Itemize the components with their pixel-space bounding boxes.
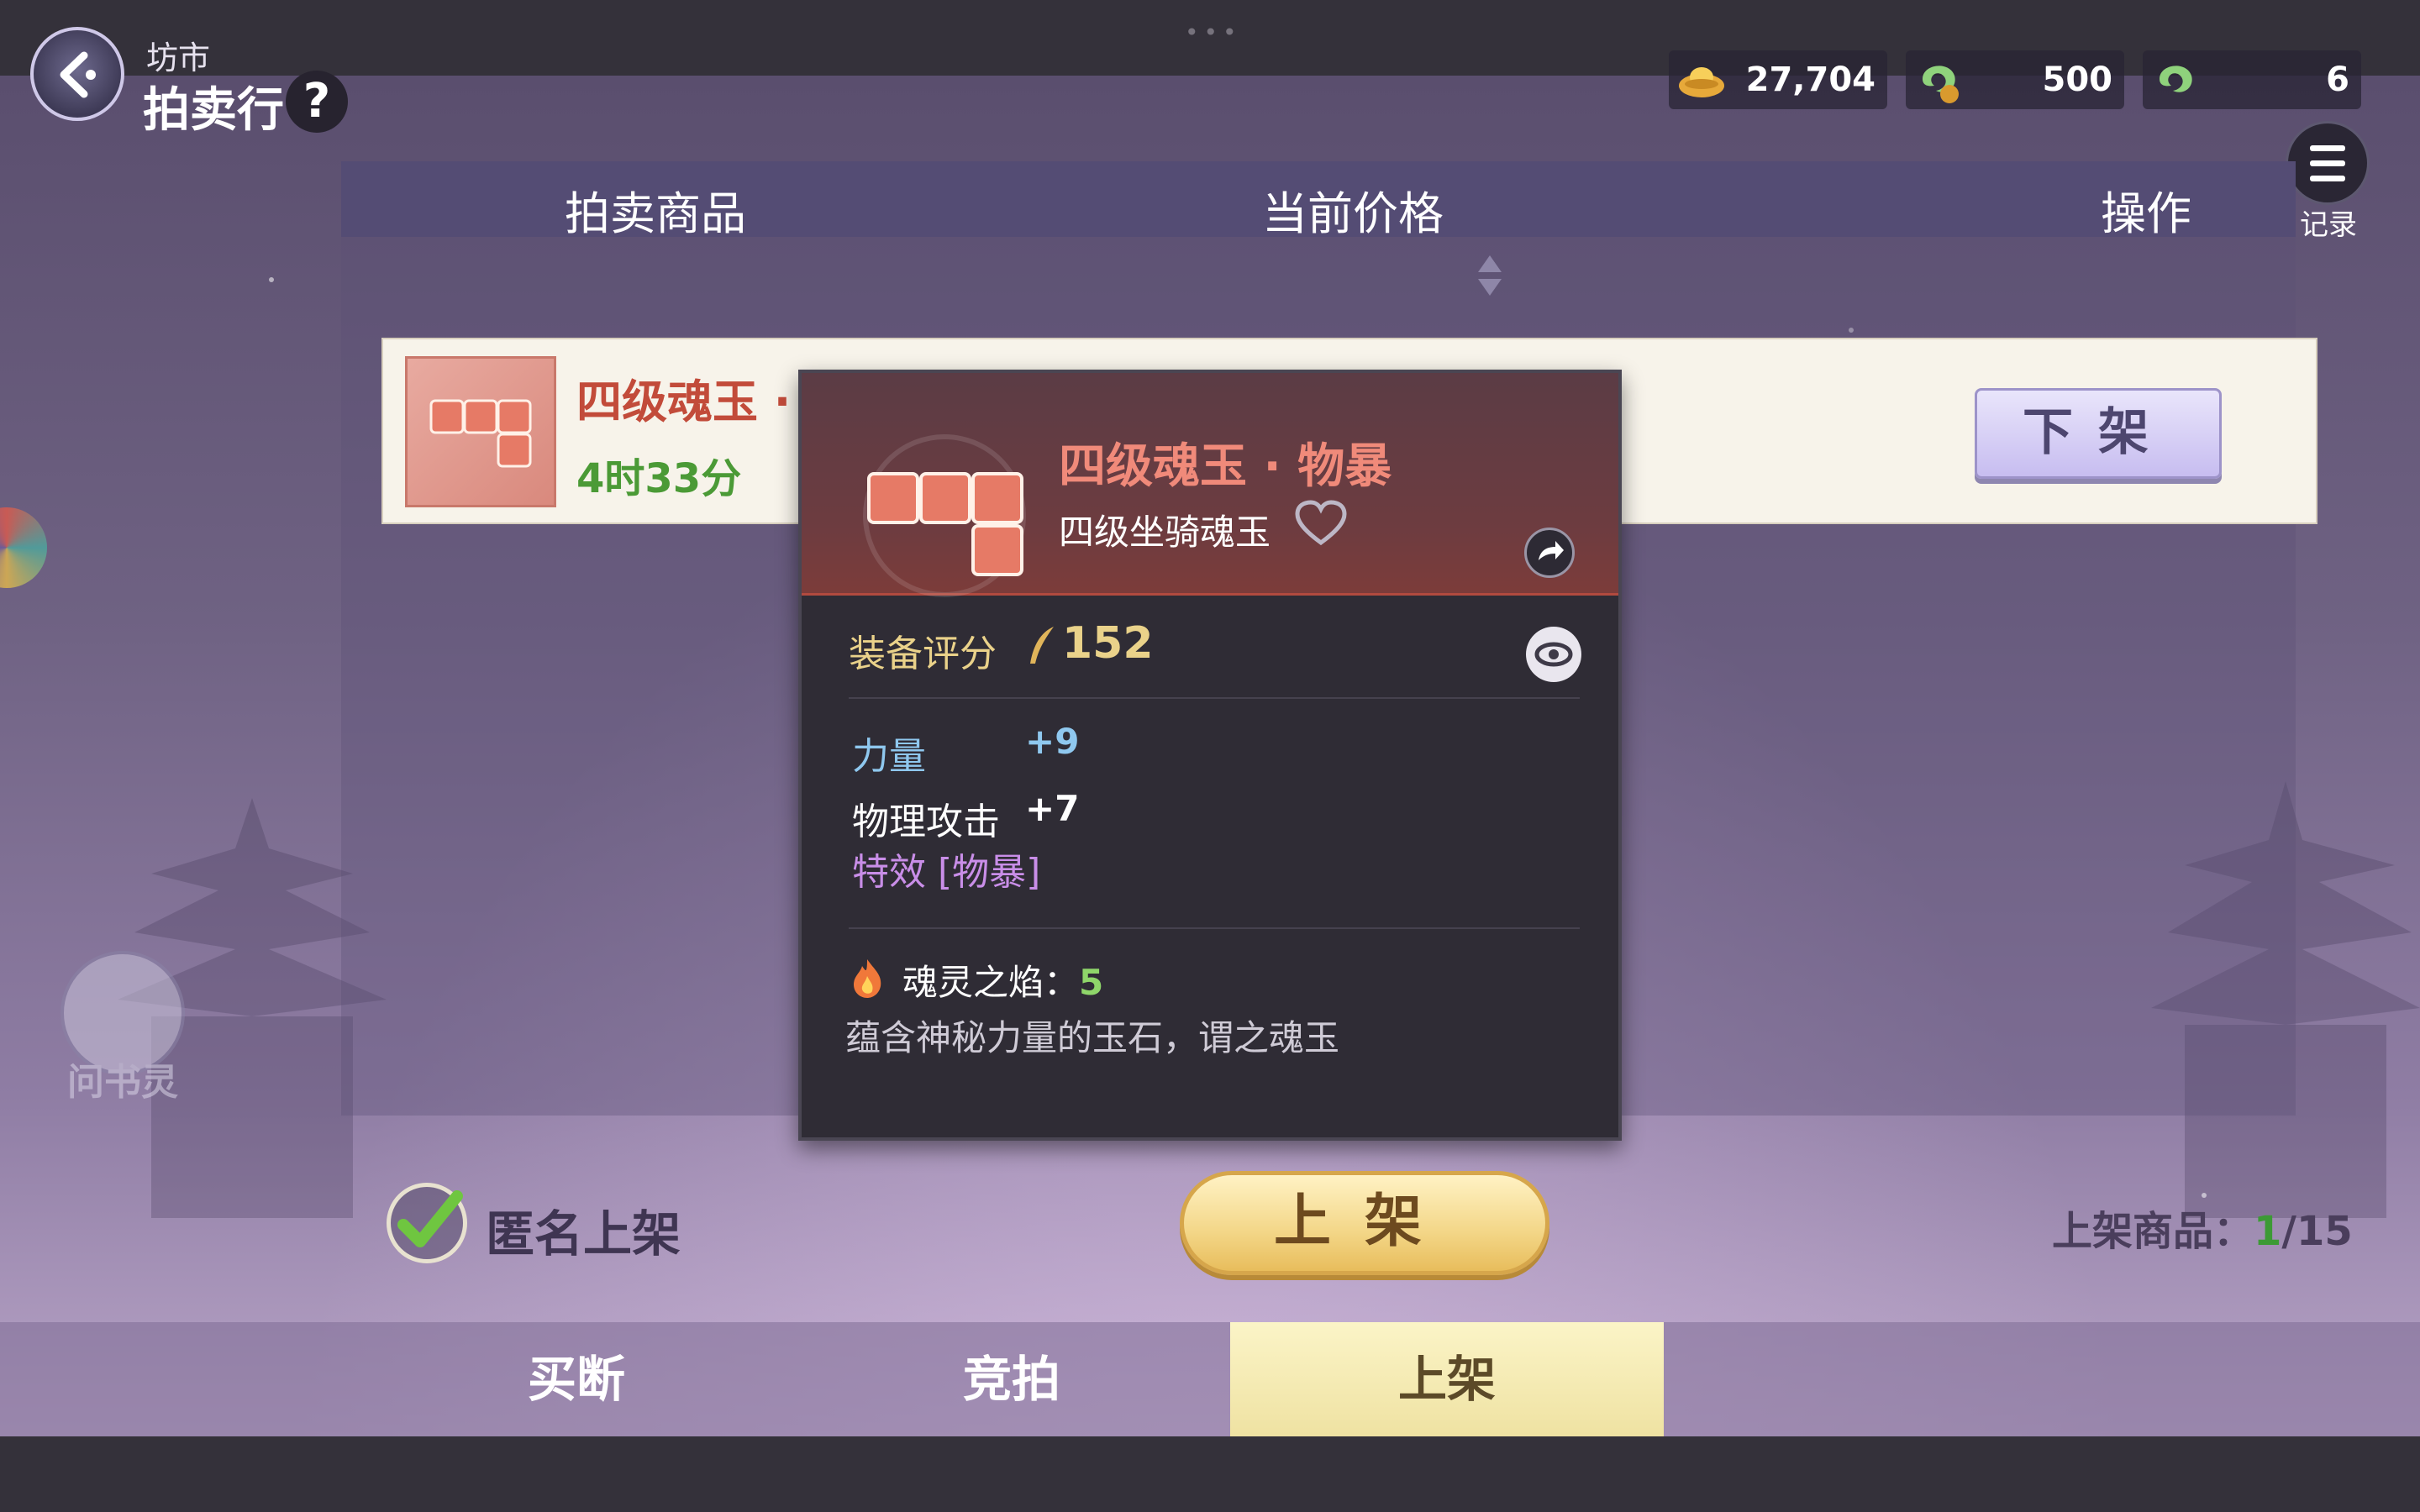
star-sparkle — [269, 277, 274, 282]
bottom-tabs: 买断 竞拍 上架 — [0, 1322, 2420, 1436]
divider — [849, 697, 1580, 699]
anonymous-label[interactable]: 匿名上架 — [486, 1194, 681, 1265]
list-icon — [2286, 121, 2370, 205]
share-icon[interactable] — [1524, 528, 1575, 578]
column-price[interactable]: 当前价格 — [1262, 176, 1444, 243]
more-dots-icon[interactable]: ••• — [1185, 18, 1242, 46]
gold-amount: 27,704 — [1745, 60, 1876, 99]
page-title: 拍卖行 — [143, 83, 284, 138]
anonymous-checkbox[interactable] — [387, 1183, 467, 1263]
tab-listing[interactable]: 上架 — [1230, 1322, 1664, 1436]
help-button[interactable]: ? — [286, 71, 348, 133]
list-item-button[interactable]: 上架 — [1180, 1171, 1549, 1275]
bottom-bezel — [0, 1436, 2420, 1512]
currency-bound-jade[interactable]: 500 — [1906, 50, 2124, 109]
quill-icon — [1030, 627, 1054, 664]
soul-jade-item-icon — [405, 356, 556, 507]
soul-flame-value: 5 — [1079, 962, 1104, 1003]
soul-jade-large-icon — [863, 434, 1026, 597]
divider — [849, 927, 1580, 929]
check-icon — [397, 1190, 463, 1247]
score-value: 152 — [1062, 618, 1154, 669]
item-description: 蕴含神秘力量的玉石，谓之魂玉 — [845, 1017, 1340, 1058]
tooltip-item-name: 四级魂玉 · 物暴 — [1059, 439, 1392, 494]
tab-bidding[interactable]: 竞拍 — [795, 1322, 1228, 1436]
column-action: 操作 — [2101, 187, 2191, 240]
table-header: 拍卖商品 当前价格 操作 — [341, 161, 2296, 240]
tab-buyout[interactable]: 买断 — [360, 1322, 793, 1436]
jade-icon — [2160, 66, 2192, 92]
stat-value-strength: +9 — [1025, 721, 1080, 762]
breadcrumb: 坊市 — [146, 39, 211, 76]
jade-amount: 6 — [2326, 60, 2349, 99]
tooltip-header: 四级魂玉 · 物暴 四级坐骑魂玉 — [802, 373, 1618, 597]
assistant-button[interactable]: 问书灵 — [59, 951, 187, 1104]
gold-ingot-icon — [1679, 67, 1724, 97]
delist-button[interactable]: 下架 — [1975, 388, 2222, 479]
stat-value-physical-attack: +7 — [1025, 788, 1080, 829]
soul-flame-label: 魂灵之焰： — [902, 962, 1080, 1003]
bound-jade-icon — [1923, 66, 1959, 103]
listed-count-total: /15 — [2281, 1208, 2353, 1255]
stat-label-physical-attack: 物理攻击 — [852, 801, 1000, 843]
sort-arrows-icon[interactable] — [1476, 252, 1504, 299]
listed-count-current: 1 — [2254, 1208, 2282, 1255]
currency-gold[interactable]: 27,704 — [1669, 50, 1887, 109]
score-label: 装备评分 — [849, 633, 997, 675]
item-tooltip: 四级魂玉 · 物暴 四级坐骑魂玉 装备评分 152 力量 +9 物理攻击 +7 … — [798, 370, 1622, 1141]
tooltip-item-type: 四级坐骑魂玉 — [1059, 512, 1271, 553]
listed-count-label: 上架商品： — [2052, 1208, 2254, 1255]
listing-time-left: 4时33分 — [576, 455, 742, 502]
favorite-heart-icon[interactable] — [1294, 499, 1348, 548]
column-item: 拍卖商品 — [565, 187, 746, 240]
soul-flame: 魂灵之焰：5 — [902, 954, 1103, 1005]
record-label: 记录 — [2300, 208, 2357, 242]
record-button[interactable]: 记录 — [2282, 121, 2375, 242]
currency-jade[interactable]: 6 — [2143, 50, 2361, 109]
listed-count: 上架商品：1/15 — [2052, 1198, 2353, 1257]
back-button[interactable] — [30, 27, 124, 121]
bound-jade-amount: 500 — [2042, 60, 2113, 99]
eye-icon[interactable] — [1526, 627, 1581, 682]
back-arrow-icon — [60, 51, 96, 98]
special-effect: 特效 [物暴] — [852, 851, 1041, 894]
assistant-label: 问书灵 — [67, 1061, 178, 1104]
stat-label-strength: 力量 — [852, 735, 926, 778]
flame-icon — [854, 959, 881, 998]
